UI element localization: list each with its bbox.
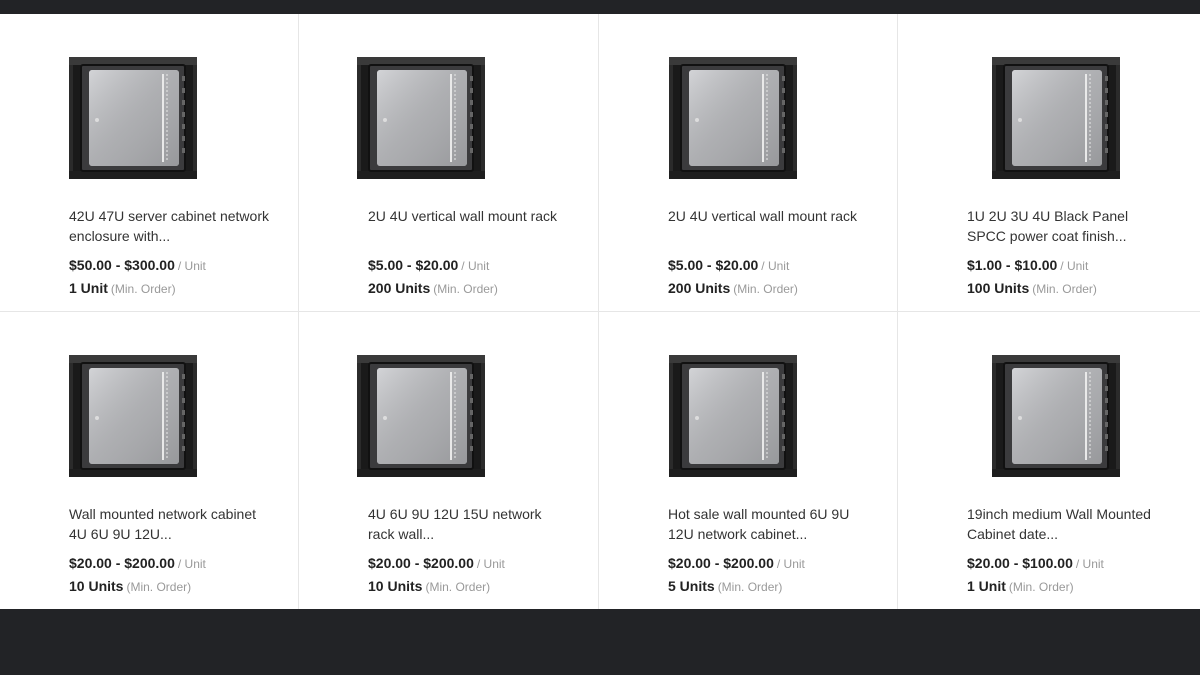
min-order-label: (Min. Order): [1032, 282, 1097, 296]
product-image[interactable]: [990, 352, 1122, 480]
product-card[interactable]: Hot sale wall mounted 6U 9U 12U network …: [599, 312, 898, 609]
min-order-qty: 10 Units: [69, 578, 124, 594]
product-grid: 42U 47U server cabinet network enclosure…: [0, 14, 1200, 609]
moq-line: 1 Unit (Min. Order): [967, 576, 1167, 597]
product-price: $20.00 - $200.00: [368, 555, 474, 571]
product-info: 4U 6U 9U 12U 15U network rack wall... $2…: [368, 504, 568, 597]
product-info: 2U 4U vertical wall mount rack $5.00 - $…: [668, 206, 868, 299]
min-order-qty: 100 Units: [967, 280, 1030, 296]
product-title[interactable]: 2U 4U vertical wall mount rack: [368, 206, 568, 246]
price-line: $20.00 - $100.00/ Unit: [967, 553, 1167, 574]
min-order-label: (Min. Order): [733, 282, 798, 296]
price-line: $1.00 - $10.00/ Unit: [967, 255, 1167, 276]
product-image[interactable]: [67, 352, 199, 480]
price-unit: / Unit: [1060, 259, 1089, 273]
product-image[interactable]: [667, 54, 799, 182]
wall-mount-cabinet-image: [69, 57, 197, 179]
min-order-label: (Min. Order): [433, 282, 498, 296]
min-order-qty: 200 Units: [668, 280, 731, 296]
moq-line: 200 Units (Min. Order): [368, 278, 568, 299]
product-price: $50.00 - $300.00: [69, 257, 175, 273]
product-title[interactable]: 42U 47U server cabinet network enclosure…: [69, 206, 269, 246]
product-price: $5.00 - $20.00: [368, 257, 459, 273]
product-image[interactable]: [355, 54, 487, 182]
moq-line: 10 Units (Min. Order): [368, 576, 568, 597]
min-order-label: (Min. Order): [425, 580, 491, 594]
price-line: $20.00 - $200.00/ Unit: [668, 553, 868, 574]
min-order-qty: 200 Units: [368, 280, 431, 296]
price-line: $20.00 - $200.00/ Unit: [69, 553, 269, 574]
price-line: $5.00 - $20.00/ Unit: [668, 255, 868, 276]
product-title[interactable]: 19inch medium Wall Mounted Cabinet date.…: [967, 504, 1167, 544]
product-title[interactable]: 1U 2U 3U 4U Black Panel SPCC power coat …: [967, 206, 1167, 246]
min-order-qty: 1 Unit: [69, 280, 108, 296]
min-order-label: (Min. Order): [717, 580, 783, 594]
product-info: Wall mounted network cabinet 4U 6U 9U 12…: [69, 504, 269, 597]
price-line: $5.00 - $20.00/ Unit: [368, 255, 568, 276]
price-line: $50.00 - $300.00/ Unit: [69, 255, 269, 276]
product-info: 1U 2U 3U 4U Black Panel SPCC power coat …: [967, 206, 1167, 299]
price-unit: / Unit: [761, 259, 790, 273]
product-card[interactable]: 4U 6U 9U 12U 15U network rack wall... $2…: [299, 312, 599, 609]
product-price: $1.00 - $10.00: [967, 257, 1058, 273]
product-price: $20.00 - $100.00: [967, 555, 1073, 571]
moq-line: 100 Units (Min. Order): [967, 278, 1167, 299]
wall-mount-cabinet-image: [357, 355, 485, 477]
wall-mount-cabinet-image: [357, 57, 485, 179]
price-unit: / Unit: [776, 557, 805, 571]
product-image[interactable]: [667, 352, 799, 480]
wall-mount-cabinet-image: [69, 355, 197, 477]
product-info: 42U 47U server cabinet network enclosure…: [69, 206, 269, 299]
min-order-label: (Min. Order): [126, 580, 192, 594]
product-card[interactable]: Wall mounted network cabinet 4U 6U 9U 12…: [0, 312, 299, 609]
product-title[interactable]: Wall mounted network cabinet 4U 6U 9U 12…: [69, 504, 269, 544]
product-card[interactable]: 1U 2U 3U 4U Black Panel SPCC power coat …: [898, 14, 1200, 312]
price-unit: / Unit: [177, 557, 206, 571]
price-unit: / Unit: [1075, 557, 1104, 571]
product-card[interactable]: 42U 47U server cabinet network enclosure…: [0, 14, 299, 312]
product-title[interactable]: 4U 6U 9U 12U 15U network rack wall...: [368, 504, 568, 544]
moq-line: 1 Unit (Min. Order): [69, 278, 269, 299]
product-price: $20.00 - $200.00: [69, 555, 175, 571]
wall-mount-cabinet-image: [992, 355, 1120, 477]
product-price: $20.00 - $200.00: [668, 555, 774, 571]
min-order-label: (Min. Order): [1008, 580, 1074, 594]
product-image[interactable]: [355, 352, 487, 480]
product-price: $5.00 - $20.00: [668, 257, 759, 273]
product-image[interactable]: [67, 54, 199, 182]
product-info: Hot sale wall mounted 6U 9U 12U network …: [668, 504, 868, 597]
price-line: $20.00 - $200.00/ Unit: [368, 553, 568, 574]
wall-mount-cabinet-image: [992, 57, 1120, 179]
product-title[interactable]: 2U 4U vertical wall mount rack: [668, 206, 868, 246]
moq-line: 10 Units (Min. Order): [69, 576, 269, 597]
min-order-label: (Min. Order): [110, 282, 176, 296]
product-card[interactable]: 2U 4U vertical wall mount rack $5.00 - $…: [299, 14, 599, 312]
moq-line: 200 Units (Min. Order): [668, 278, 868, 299]
wall-mount-cabinet-image: [669, 355, 797, 477]
moq-line: 5 Units (Min. Order): [668, 576, 868, 597]
min-order-qty: 10 Units: [368, 578, 423, 594]
min-order-qty: 1 Unit: [967, 578, 1006, 594]
top-dark-bar: [0, 0, 1200, 12]
wall-mount-cabinet-image: [669, 57, 797, 179]
product-title[interactable]: Hot sale wall mounted 6U 9U 12U network …: [668, 504, 868, 544]
min-order-qty: 5 Units: [668, 578, 715, 594]
price-unit: / Unit: [476, 557, 505, 571]
product-info: 2U 4U vertical wall mount rack $5.00 - $…: [368, 206, 568, 299]
product-image[interactable]: [990, 54, 1122, 182]
price-unit: / Unit: [461, 259, 490, 273]
product-card[interactable]: 2U 4U vertical wall mount rack $5.00 - $…: [599, 14, 898, 312]
product-info: 19inch medium Wall Mounted Cabinet date.…: [967, 504, 1167, 597]
product-card[interactable]: 19inch medium Wall Mounted Cabinet date.…: [898, 312, 1200, 609]
price-unit: / Unit: [177, 259, 206, 273]
